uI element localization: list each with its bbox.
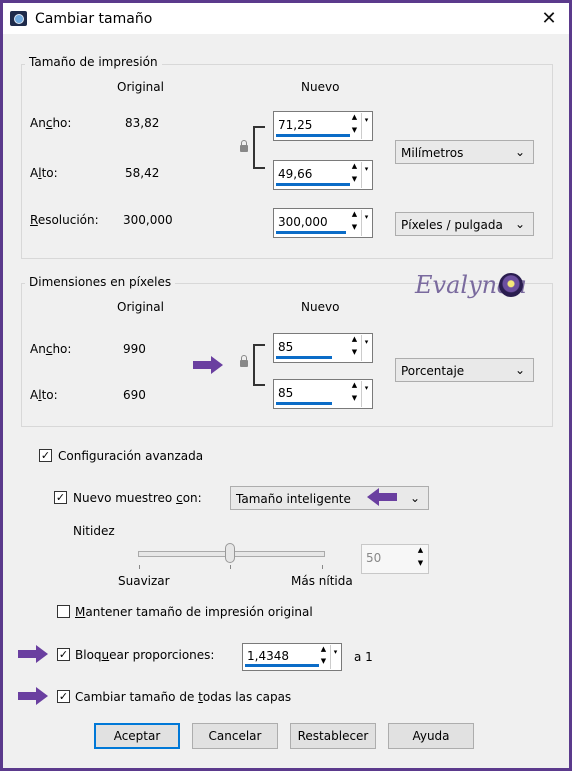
pixel-width-spinner[interactable]: ▲ ▼ bbox=[349, 335, 360, 361]
ok-button[interactable]: Aceptar bbox=[94, 723, 180, 749]
resolution-bar bbox=[276, 231, 346, 234]
pixel-height-label: Alto: bbox=[30, 388, 58, 402]
slider-tick bbox=[322, 565, 323, 569]
pixel-dims-group-title: Dimensiones en píxeles bbox=[25, 275, 176, 289]
pixel-height-original: 690 bbox=[123, 388, 146, 402]
flower-logo-icon bbox=[499, 273, 523, 297]
print-height-bar bbox=[276, 183, 350, 186]
print-width-dropdown[interactable]: ▾ bbox=[361, 113, 371, 139]
print-link-bracket bbox=[253, 126, 265, 169]
resolution-unit-select[interactable]: Píxeles / pulgada ⌄ bbox=[395, 212, 534, 236]
dialog-window: Cambiar tamaño ✕ Tamaño de impresión Ori… bbox=[0, 0, 572, 771]
arrow-icon bbox=[18, 687, 48, 705]
pixel-width-bar bbox=[276, 356, 332, 359]
resample-method-select[interactable]: Tamaño inteligente ⌄ bbox=[230, 486, 429, 510]
lock-ratio-label[interactable]: Bloquear proporciones: bbox=[75, 648, 214, 662]
resample-label[interactable]: Nuevo muestreo con: bbox=[73, 491, 202, 505]
slider-tick bbox=[230, 565, 231, 569]
print-width-label: Ancho: bbox=[30, 116, 72, 130]
chevron-down-icon: ⌄ bbox=[409, 491, 420, 505]
print-height-original: 58,42 bbox=[125, 166, 160, 180]
print-size-group-title: Tamaño de impresión bbox=[25, 55, 162, 69]
sharpness-label: Nitidez bbox=[73, 524, 115, 538]
resample-method-value: Tamaño inteligente bbox=[236, 492, 351, 506]
pixel-original-header: Original bbox=[117, 300, 164, 314]
resolution-unit-value: Píxeles / pulgada bbox=[401, 218, 503, 232]
arrow-icon bbox=[18, 645, 48, 663]
pixel-width-input[interactable]: 85 ▲ ▼ ▾ bbox=[273, 333, 373, 363]
pixel-link-bracket bbox=[253, 344, 265, 386]
lock-ratio-dropdown[interactable]: ▾ bbox=[330, 645, 340, 669]
pixel-unit-value: Porcentaje bbox=[401, 364, 465, 378]
chevron-down-icon: ⌄ bbox=[514, 145, 525, 159]
chevron-down-icon: ⌄ bbox=[514, 363, 525, 377]
pixel-lock-icon bbox=[240, 355, 248, 367]
lock-ratio-value: 1,4348 bbox=[247, 649, 289, 663]
all-layers-checkbox[interactable]: ✓ bbox=[57, 690, 70, 703]
pixel-width-dropdown[interactable]: ▾ bbox=[361, 335, 371, 361]
pixel-height-spinner[interactable]: ▲ ▼ bbox=[349, 381, 360, 407]
advanced-label[interactable]: Configuración avanzada bbox=[58, 449, 203, 463]
print-width-input[interactable]: 71,25 ▲ ▼ ▾ bbox=[273, 111, 373, 141]
keep-print-size-label[interactable]: Mantener tamaño de impresión original bbox=[75, 605, 313, 619]
print-lock-icon bbox=[240, 140, 248, 152]
sharpness-slider-thumb[interactable] bbox=[225, 543, 235, 563]
app-icon bbox=[10, 11, 27, 26]
print-new-header: Nuevo bbox=[301, 80, 340, 94]
window-title: Cambiar tamaño bbox=[35, 11, 153, 27]
help-button[interactable]: Ayuda bbox=[388, 723, 474, 749]
keep-print-size-checkbox[interactable] bbox=[57, 605, 70, 618]
print-width-bar bbox=[276, 134, 350, 137]
print-width-value: 71,25 bbox=[278, 118, 313, 132]
pixel-new-header: Nuevo bbox=[301, 300, 340, 314]
pixel-unit-select[interactable]: Porcentaje ⌄ bbox=[395, 358, 534, 382]
print-original-header: Original bbox=[117, 80, 164, 94]
pixel-width-value: 85 bbox=[278, 340, 294, 354]
sharpness-min-label: Suavizar bbox=[118, 574, 170, 588]
lock-ratio-bar bbox=[245, 664, 319, 667]
pixel-height-input[interactable]: 85 ▲ ▼ ▾ bbox=[273, 379, 373, 409]
print-unit-select[interactable]: Milímetros ⌄ bbox=[395, 140, 534, 164]
sharpness-spinner: ▲ ▼ bbox=[417, 546, 424, 567]
advanced-checkbox[interactable]: ✓ bbox=[39, 449, 52, 462]
slider-tick bbox=[139, 565, 140, 569]
pixel-height-value: 85 bbox=[278, 386, 294, 400]
print-height-value: 49,66 bbox=[278, 167, 313, 181]
all-layers-label[interactable]: Cambiar tamaño de todas las capas bbox=[75, 690, 291, 704]
cancel-button[interactable]: Cancelar bbox=[192, 723, 278, 749]
print-width-spinner[interactable]: ▲ ▼ bbox=[349, 113, 360, 139]
lock-ratio-input[interactable]: 1,4348 ▲ ▼ ▾ bbox=[242, 643, 342, 671]
arrow-icon bbox=[193, 356, 223, 374]
lock-ratio-suffix: a 1 bbox=[354, 650, 373, 664]
print-height-label: Alto: bbox=[30, 166, 58, 180]
lock-ratio-spinner[interactable]: ▲ ▼ bbox=[318, 645, 329, 669]
close-icon[interactable]: ✕ bbox=[531, 6, 567, 32]
chevron-down-icon: ⌄ bbox=[514, 217, 525, 231]
print-height-dropdown[interactable]: ▾ bbox=[361, 162, 371, 188]
reset-button[interactable]: Restablecer bbox=[290, 723, 376, 749]
resolution-dropdown[interactable]: ▾ bbox=[361, 210, 371, 236]
sharpness-input: 50 ▲ ▼ bbox=[361, 544, 429, 574]
pixel-width-label: Ancho: bbox=[30, 342, 72, 356]
sharpness-max-label: Más nítida bbox=[291, 574, 353, 588]
resample-checkbox[interactable]: ✓ bbox=[54, 491, 67, 504]
pixel-width-original: 990 bbox=[123, 342, 146, 356]
resolution-value: 300,000 bbox=[278, 215, 328, 229]
print-width-original: 83,82 bbox=[125, 116, 160, 130]
print-unit-value: Milímetros bbox=[401, 146, 464, 160]
resolution-input[interactable]: 300,000 ▲ ▼ ▾ bbox=[273, 208, 373, 238]
pixel-height-bar bbox=[276, 402, 332, 405]
lock-ratio-checkbox[interactable]: ✓ bbox=[57, 648, 70, 661]
print-height-input[interactable]: 49,66 ▲ ▼ ▾ bbox=[273, 160, 373, 190]
print-height-spinner[interactable]: ▲ ▼ bbox=[349, 162, 360, 188]
resolution-original: 300,000 bbox=[123, 213, 173, 227]
pixel-height-dropdown[interactable]: ▾ bbox=[361, 381, 371, 407]
resolution-spinner[interactable]: ▲ ▼ bbox=[349, 210, 360, 236]
sharpness-value: 50 bbox=[366, 551, 382, 565]
arrow-icon bbox=[367, 488, 397, 506]
resolution-label: Resolución: bbox=[30, 213, 99, 227]
title-bar: Cambiar tamaño ✕ bbox=[3, 3, 569, 34]
